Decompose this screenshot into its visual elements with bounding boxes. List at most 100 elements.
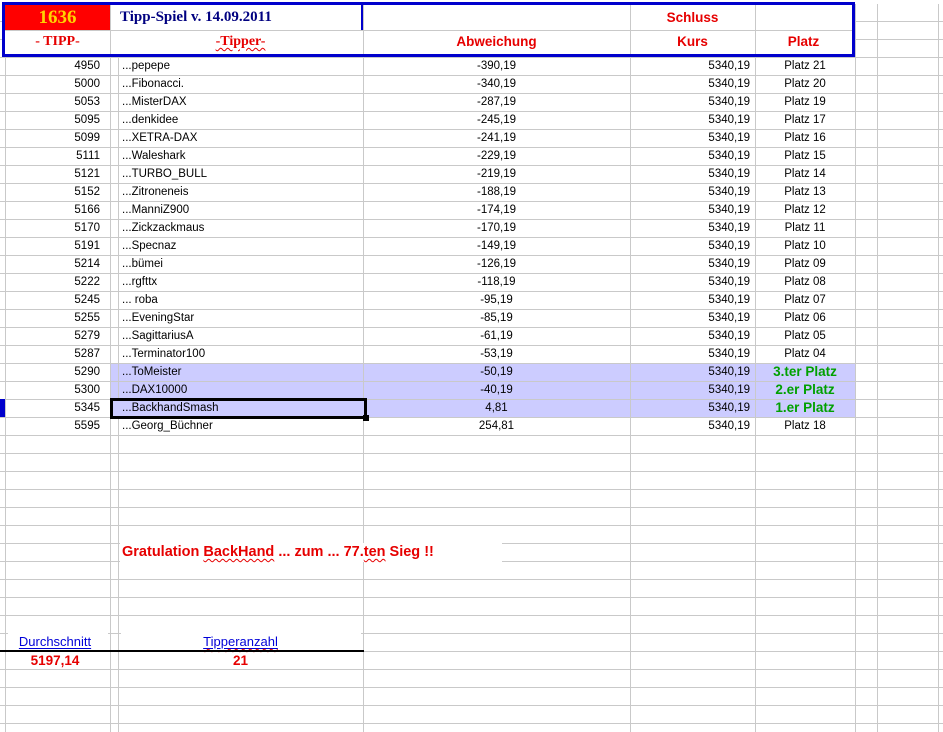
- platz-cell[interactable]: Platz 06: [755, 309, 855, 327]
- tipp-cell[interactable]: 5300: [0, 381, 100, 399]
- tipp-cell[interactable]: 5214: [0, 255, 100, 273]
- tipp-cell[interactable]: 5279: [0, 327, 100, 345]
- tipp-cell[interactable]: 5099: [0, 129, 100, 147]
- tipper-cell[interactable]: ...XETRA-DAX: [122, 129, 362, 147]
- tipp-cell[interactable]: 4950: [0, 57, 100, 75]
- tipp-cell[interactable]: 5095: [0, 111, 100, 129]
- tipper-cell[interactable]: ...MisterDAX: [122, 93, 362, 111]
- kurs-cell[interactable]: 5340,19: [630, 345, 750, 363]
- tipp-cell[interactable]: 5595: [0, 417, 100, 435]
- tipper-cell[interactable]: ...ManniZ900: [122, 201, 362, 219]
- tipp-cell[interactable]: 5222: [0, 273, 100, 291]
- platz-cell[interactable]: 2.er Platz: [755, 381, 855, 399]
- tipper-cell[interactable]: ...pepepe: [122, 57, 362, 75]
- platz-cell[interactable]: Platz 17: [755, 111, 855, 129]
- abweichung-cell[interactable]: -61,19: [363, 327, 630, 345]
- tipper-cell[interactable]: ...Zickzackmaus: [122, 219, 362, 237]
- platz-cell[interactable]: Platz 18: [755, 417, 855, 435]
- tipp-cell[interactable]: 5000: [0, 75, 100, 93]
- abweichung-cell[interactable]: -149,19: [363, 237, 630, 255]
- abweichung-cell[interactable]: -229,19: [363, 147, 630, 165]
- tipp-cell[interactable]: 5245: [0, 291, 100, 309]
- kurs-cell[interactable]: 5340,19: [630, 255, 750, 273]
- abweichung-cell[interactable]: -241,19: [363, 129, 630, 147]
- tipp-cell[interactable]: 5191: [0, 237, 100, 255]
- platz-cell[interactable]: Platz 07: [755, 291, 855, 309]
- platz-cell[interactable]: Platz 04: [755, 345, 855, 363]
- abweichung-cell[interactable]: -174,19: [363, 201, 630, 219]
- kurs-cell[interactable]: 5340,19: [630, 399, 750, 417]
- kurs-cell[interactable]: 5340,19: [630, 381, 750, 399]
- kurs-cell[interactable]: 5340,19: [630, 57, 750, 75]
- kurs-cell[interactable]: 5340,19: [630, 129, 750, 147]
- kurs-cell[interactable]: 5340,19: [630, 219, 750, 237]
- tipper-cell[interactable]: ...SagittariusA: [122, 327, 362, 345]
- kurs-cell[interactable]: 5340,19: [630, 183, 750, 201]
- kurs-cell[interactable]: 5340,19: [630, 417, 750, 435]
- abweichung-cell[interactable]: -53,19: [363, 345, 630, 363]
- platz-cell[interactable]: Platz 08: [755, 273, 855, 291]
- platz-cell[interactable]: Platz 14: [755, 165, 855, 183]
- platz-cell[interactable]: Platz 20: [755, 75, 855, 93]
- durchschnitt-value[interactable]: 5197,14: [0, 652, 110, 670]
- abweichung-cell[interactable]: -50,19: [363, 363, 630, 381]
- abweichung-cell[interactable]: 254,81: [363, 417, 630, 435]
- tipp-cell[interactable]: 5053: [0, 93, 100, 111]
- abweichung-cell[interactable]: -95,19: [363, 291, 630, 309]
- kurs-cell[interactable]: 5340,19: [630, 201, 750, 219]
- kurs-cell[interactable]: 5340,19: [630, 111, 750, 129]
- tipp-cell[interactable]: 5121: [0, 165, 100, 183]
- platz-cell[interactable]: 1.er Platz: [755, 399, 855, 417]
- tipperanzahl-label[interactable]: Tipperanzahl: [118, 633, 363, 651]
- tipper-cell[interactable]: ... roba: [122, 291, 362, 309]
- tipper-cell[interactable]: ...DAX10000: [122, 381, 362, 399]
- platz-cell[interactable]: Platz 10: [755, 237, 855, 255]
- kurs-cell[interactable]: 5340,19: [630, 273, 750, 291]
- abweichung-cell[interactable]: -118,19: [363, 273, 630, 291]
- tipper-cell[interactable]: ...ToMeister: [122, 363, 362, 381]
- tipp-cell[interactable]: 5166: [0, 201, 100, 219]
- tipp-cell[interactable]: 5287: [0, 345, 100, 363]
- tipper-cell[interactable]: ...bümei: [122, 255, 362, 273]
- abweichung-cell[interactable]: -40,19: [363, 381, 630, 399]
- platz-cell[interactable]: Platz 15: [755, 147, 855, 165]
- fill-handle[interactable]: [363, 415, 369, 421]
- kurs-cell[interactable]: 5340,19: [630, 363, 750, 381]
- kurs-cell[interactable]: 5340,19: [630, 75, 750, 93]
- tipp-cell[interactable]: 5170: [0, 219, 100, 237]
- abweichung-cell[interactable]: -188,19: [363, 183, 630, 201]
- abweichung-cell[interactable]: -219,19: [363, 165, 630, 183]
- platz-cell[interactable]: 3.ter Platz: [755, 363, 855, 381]
- tipp-cell[interactable]: 5345: [0, 399, 100, 417]
- tipp-cell[interactable]: 5111: [0, 147, 100, 165]
- tipper-cell[interactable]: ...Specnaz: [122, 237, 362, 255]
- platz-cell[interactable]: Platz 12: [755, 201, 855, 219]
- kurs-cell[interactable]: 5340,19: [630, 147, 750, 165]
- tipper-cell[interactable]: ...rgfttx: [122, 273, 362, 291]
- platz-cell[interactable]: Platz 16: [755, 129, 855, 147]
- abweichung-cell[interactable]: -390,19: [363, 57, 630, 75]
- kurs-cell[interactable]: 5340,19: [630, 309, 750, 327]
- tipp-cell[interactable]: 5152: [0, 183, 100, 201]
- abweichung-cell[interactable]: -126,19: [363, 255, 630, 273]
- abweichung-cell[interactable]: -287,19: [363, 93, 630, 111]
- platz-cell[interactable]: Platz 11: [755, 219, 855, 237]
- tipper-cell[interactable]: ...TURBO_BULL: [122, 165, 362, 183]
- platz-cell[interactable]: Platz 19: [755, 93, 855, 111]
- kurs-cell[interactable]: 5340,19: [630, 93, 750, 111]
- platz-cell[interactable]: Platz 05: [755, 327, 855, 345]
- tipper-cell[interactable]: ...BackhandSmash: [122, 399, 362, 417]
- tipper-cell[interactable]: ...Fibonacci.: [122, 75, 362, 93]
- kurs-cell[interactable]: 5340,19: [630, 237, 750, 255]
- kurs-cell[interactable]: 5340,19: [630, 291, 750, 309]
- abweichung-cell[interactable]: -85,19: [363, 309, 630, 327]
- tipper-cell[interactable]: ...Zitroneneis: [122, 183, 362, 201]
- platz-cell[interactable]: Platz 21: [755, 57, 855, 75]
- abweichung-cell[interactable]: 4,81: [363, 399, 630, 417]
- kurs-cell[interactable]: 5340,19: [630, 327, 750, 345]
- durchschnitt-label[interactable]: Durchschnitt: [0, 633, 110, 651]
- congratulation-message[interactable]: Gratulation BackHand ... zum ... 77.ten …: [122, 543, 434, 561]
- tipper-cell[interactable]: ...EveningStar: [122, 309, 362, 327]
- tipper-cell[interactable]: ...Waleshark: [122, 147, 362, 165]
- tipp-cell[interactable]: 5290: [0, 363, 100, 381]
